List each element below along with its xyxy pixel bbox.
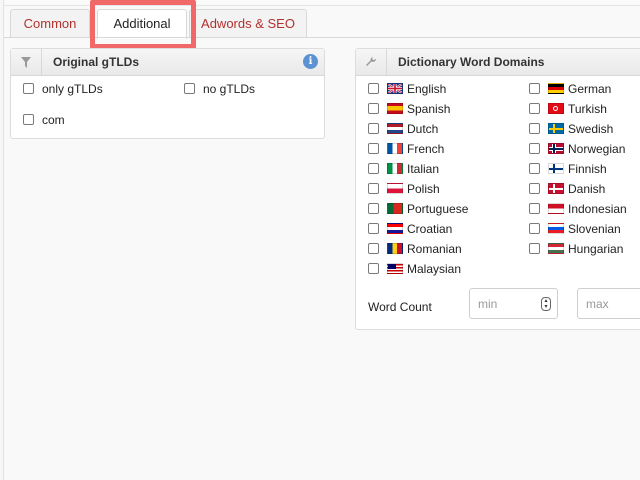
danish-checkbox[interactable]	[529, 183, 540, 194]
croatian-label: Croatian	[407, 222, 453, 236]
no-gtlds-label: no gTLDs	[203, 82, 256, 96]
gtld-panel: Original gTLDs i only gTLDs no gTLDs com	[10, 48, 325, 139]
word-count-min-field[interactable]: ▴▾	[469, 288, 558, 319]
indonesia-flag-icon	[548, 203, 564, 214]
dutch-checkbox[interactable]	[368, 123, 379, 134]
turkish-label: Turkish	[568, 102, 607, 116]
word-count-label: Word Count	[368, 300, 432, 314]
info-icon[interactable]: i	[303, 54, 318, 69]
only-gtlds-label: only gTLDs	[42, 82, 103, 96]
sweden-flag-icon	[548, 123, 564, 134]
wrench-icon	[356, 49, 387, 75]
romanian-label: Romanian	[407, 242, 462, 256]
swedish-label: Swedish	[568, 122, 614, 136]
croatian-checkbox[interactable]	[368, 223, 379, 234]
slovenia-flag-icon	[548, 223, 564, 234]
hungarian-checkbox[interactable]	[529, 243, 540, 254]
only-gtlds-checkbox[interactable]	[23, 83, 34, 94]
portuguese-label: Portuguese	[407, 202, 469, 216]
spanish-checkbox[interactable]	[368, 103, 379, 114]
france-flag-icon	[387, 143, 403, 154]
italian-checkbox[interactable]	[368, 163, 379, 174]
dictionary-panel-title: Dictionary Word Domains	[398, 55, 545, 69]
word-count-min-input[interactable]	[476, 296, 540, 312]
hungarian-label: Hungarian	[568, 242, 624, 256]
romanian-checkbox[interactable]	[368, 243, 379, 254]
polish-checkbox[interactable]	[368, 183, 379, 194]
turkish-checkbox[interactable]	[529, 103, 540, 114]
dictionary-panel-header: Dictionary Word Domains	[356, 49, 640, 76]
slovenian-checkbox[interactable]	[529, 223, 540, 234]
dutch-label: Dutch	[407, 122, 439, 136]
word-count-max-input[interactable]	[584, 296, 640, 312]
uk-flag-icon	[387, 83, 403, 94]
denmark-flag-icon	[548, 183, 564, 194]
italian-label: Italian	[407, 162, 440, 176]
swedish-checkbox[interactable]	[529, 123, 540, 134]
norwegian-label: Norwegian	[568, 142, 626, 156]
poland-flag-icon	[387, 183, 403, 194]
com-label: com	[42, 113, 65, 127]
slovenian-label: Slovenian	[568, 222, 621, 236]
page: Common Additional Adwords & SEO Original…	[3, 0, 640, 480]
portuguese-checkbox[interactable]	[368, 203, 379, 214]
com-checkbox[interactable]	[23, 114, 34, 125]
german-checkbox[interactable]	[529, 83, 540, 94]
norwegian-checkbox[interactable]	[529, 143, 540, 154]
tab-common[interactable]: Common	[10, 9, 90, 37]
filter-icon	[11, 49, 42, 75]
no-gtlds-checkbox[interactable]	[184, 83, 195, 94]
norway-flag-icon	[548, 143, 564, 154]
malaysian-label: Malaysian	[407, 262, 462, 276]
italy-flag-icon	[387, 163, 403, 174]
finnish-label: Finnish	[568, 162, 607, 176]
french-label: French	[407, 142, 445, 156]
tab-highlight-frame	[90, 0, 196, 49]
indonesian-label: Indonesian	[568, 202, 627, 216]
portugal-flag-icon	[387, 203, 403, 214]
dictionary-panel: Dictionary Word Domains English Spanish …	[355, 48, 640, 330]
romania-flag-icon	[387, 243, 403, 254]
croatia-flag-icon	[387, 223, 403, 234]
stepper-icon[interactable]: ▴ ▾	[541, 297, 551, 311]
spanish-label: Spanish	[407, 102, 451, 116]
malaysia-flag-icon	[387, 263, 403, 274]
french-checkbox[interactable]	[368, 143, 379, 154]
gtld-panel-header: Original gTLDs i	[11, 49, 324, 76]
hungary-flag-icon	[548, 243, 564, 254]
indonesian-checkbox[interactable]	[529, 203, 540, 214]
word-count-max-field[interactable]	[577, 288, 640, 319]
danish-label: Danish	[568, 182, 606, 196]
turkey-flag-icon	[548, 103, 564, 114]
german-label: German	[568, 82, 612, 96]
gtld-panel-title: Original gTLDs	[53, 55, 140, 69]
spain-flag-icon	[387, 103, 403, 114]
english-label: English	[407, 82, 447, 96]
netherlands-flag-icon	[387, 123, 403, 134]
english-checkbox[interactable]	[368, 83, 379, 94]
malaysian-checkbox[interactable]	[368, 263, 379, 274]
tab-adwords-seo[interactable]: Adwords & SEO	[189, 9, 307, 37]
finland-flag-icon	[548, 163, 564, 174]
germany-flag-icon	[548, 83, 564, 94]
polish-label: Polish	[407, 182, 440, 196]
finnish-checkbox[interactable]	[529, 163, 540, 174]
